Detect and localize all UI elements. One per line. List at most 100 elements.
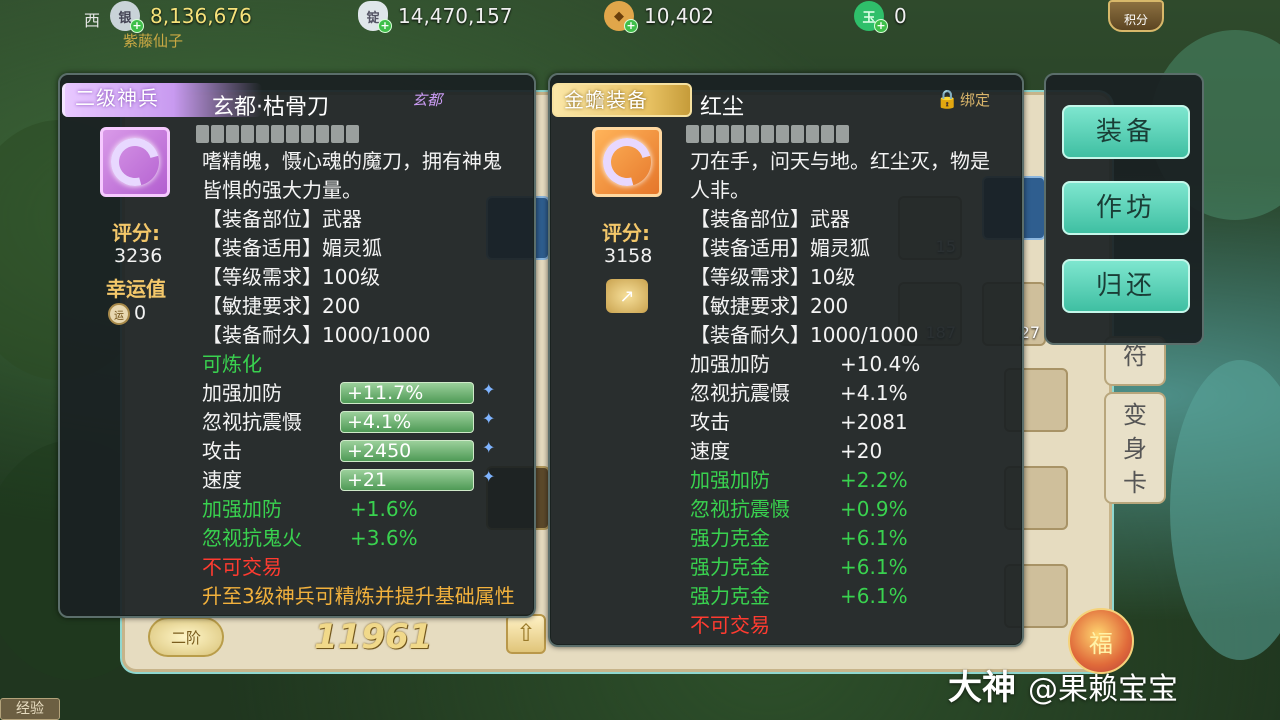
item-description: 嗜精魄，慑心魂的魔刀，拥有神鬼 皆惧的强大力量。 [202,147,528,205]
weapon-icon [100,127,170,197]
star-slots [686,125,849,143]
tier-label: 二阶 [170,628,201,647]
set-tag: 玄都 [412,91,443,109]
star-slots [196,125,359,143]
refined-stat-name: 加强加防 [202,381,282,405]
tab-transform-card[interactable]: 变身卡 [1104,392,1166,504]
slot-pip [346,125,359,143]
weapon-icon [592,127,662,197]
base-stat-line: 【等级需求】10级 [690,265,856,289]
luck-label: 幸运值 [106,277,166,301]
equip-button[interactable]: 装备 [1062,105,1190,159]
coin-resource[interactable]: ◆ + 10,402 [604,0,714,33]
item-name: 红尘 [700,95,745,120]
bonus-stat-value: +6.1% [840,584,908,608]
add-icon[interactable]: + [874,19,888,33]
tier-summary: 二阶 11961 [148,612,548,662]
item-description: 刀在手，问天与地。红尘灭，物是 人非。 [690,147,1016,205]
slot-pip [316,125,329,143]
refined-stat-bar: +11.7% [340,382,474,404]
slot-pip [821,125,834,143]
base-stat-line: 【敏捷要求】200 [690,294,849,318]
stat-value: +2081 [840,410,908,434]
slot-pip [746,125,759,143]
refine-rune-icon[interactable]: ✦ [482,409,508,429]
add-icon[interactable]: + [130,19,144,33]
refined-stat-name: 忽视抗震慑 [202,410,302,434]
points-label: 积分 [1123,13,1148,27]
bound-tag: 绑定 [960,91,991,109]
luck-value: 0 [134,302,147,324]
score-value: 3158 [604,245,653,267]
description-line: 嗜精魄，慑心魂的魔刀，拥有神鬼 [202,149,502,173]
stat-name: 加强加防 [690,352,770,376]
stat-name: 忽视抗震慑 [690,381,790,405]
refined-stat-bar: +21 [340,469,474,491]
slot-pip [226,125,239,143]
slot-pip [286,125,299,143]
description-line: 皆惧的强大力量。 [202,178,362,202]
stat-name: 攻击 [690,410,730,434]
item-name: 玄都·枯骨刀 [212,95,329,120]
bonus-stat-name: 加强加防 [690,468,770,492]
jade-resource[interactable]: 玉 + 0 [854,0,907,33]
crescent-blade-icon [594,129,660,195]
upgrade-hint: 升至3级神兵可精炼并提升基础属性 [202,584,515,608]
watermark-brand: 大神 [948,668,1016,708]
bonus-stat-name: 强力克金 [690,526,770,550]
refined-stat-name: 速度 [202,468,242,492]
description-line: 人非。 [690,178,750,202]
extra-stat-value: +3.6% [350,526,418,550]
upgrade-arrow-button[interactable]: ⇧ [506,614,546,654]
silver-resource[interactable]: 银 + 8,136,676 [110,0,252,33]
up-arrow-icon: ⇧ [515,619,537,647]
slot-pip [791,125,804,143]
slot-pip [211,125,224,143]
share-icon[interactable]: ↗ [606,279,648,313]
untradeable-label: 不可交易 [690,613,770,637]
workshop-button[interactable]: 作坊 [1062,181,1190,235]
resource-bar: 西 紫藤仙子 银 + 8,136,676 锭 + 14,470,157 ◆ + 10,… [0,0,1280,50]
lock-icon: 🔒 [936,89,959,110]
crescent-blade-icon [102,129,168,195]
refine-rune-icon[interactable]: ✦ [482,380,508,400]
slot-pip [301,125,314,143]
add-icon[interactable]: + [624,19,638,33]
refined-stat-bar: +4.1% [340,411,474,433]
bonus-stat-value: +6.1% [840,555,908,579]
coin-amount: 10,402 [644,4,714,28]
slot-pip [731,125,744,143]
untradeable-label: 不可交易 [202,555,282,579]
add-icon[interactable]: + [378,19,392,33]
score-value: 3236 [114,245,163,267]
score-label: 评分: [112,221,160,245]
base-stat-line: 【装备适用】媚灵狐 [202,236,382,260]
ingot-resource[interactable]: 锭 + 14,470,157 [358,0,513,33]
slot-pip [256,125,269,143]
base-stat-line: 【装备耐久】1000/1000 [690,323,919,347]
rank-badge: 金蟾装备 [552,83,692,117]
item-tooltip-left: 二级神兵 玄都·枯骨刀 玄都 嗜精魄，慑心魂的魔刀，拥有神鬼 皆惧的强大力量。 … [58,73,536,618]
jade-icon: 玉 + [854,1,888,33]
slot-pip [806,125,819,143]
return-button[interactable]: 归还 [1062,259,1190,313]
base-stat-line: 【敏捷要求】200 [202,294,361,318]
bonus-stat-value: +2.2% [840,468,908,492]
tab-transform-card-label: 变身卡 [1123,401,1147,497]
points-button[interactable]: 积分 [1108,0,1164,32]
refine-rune-icon[interactable]: ✦ [482,467,508,487]
extra-stat-name: 忽视抗鬼火 [202,526,302,550]
slot-pip [271,125,284,143]
refine-rune-icon[interactable]: ✦ [482,438,508,458]
slot-pip [241,125,254,143]
base-stat-line: 【等级需求】100级 [202,265,381,289]
stat-value: +4.1% [840,381,908,405]
base-stat-line: 【装备部位】武器 [202,207,362,231]
slot-pip [761,125,774,143]
silver-ingot-icon: 锭 + [358,1,392,33]
tab-talisman-label: 符 [1123,342,1147,370]
action-menu: 装备 作坊 归还 [1044,73,1204,345]
bonus-stat-value: +6.1% [840,526,908,550]
item-tooltip-right: 金蟾装备 红尘 🔒 绑定 刀在手，问天与地。红尘灭，物是 人非。 评分: 315… [548,73,1024,647]
score-label: 评分: [602,221,650,245]
